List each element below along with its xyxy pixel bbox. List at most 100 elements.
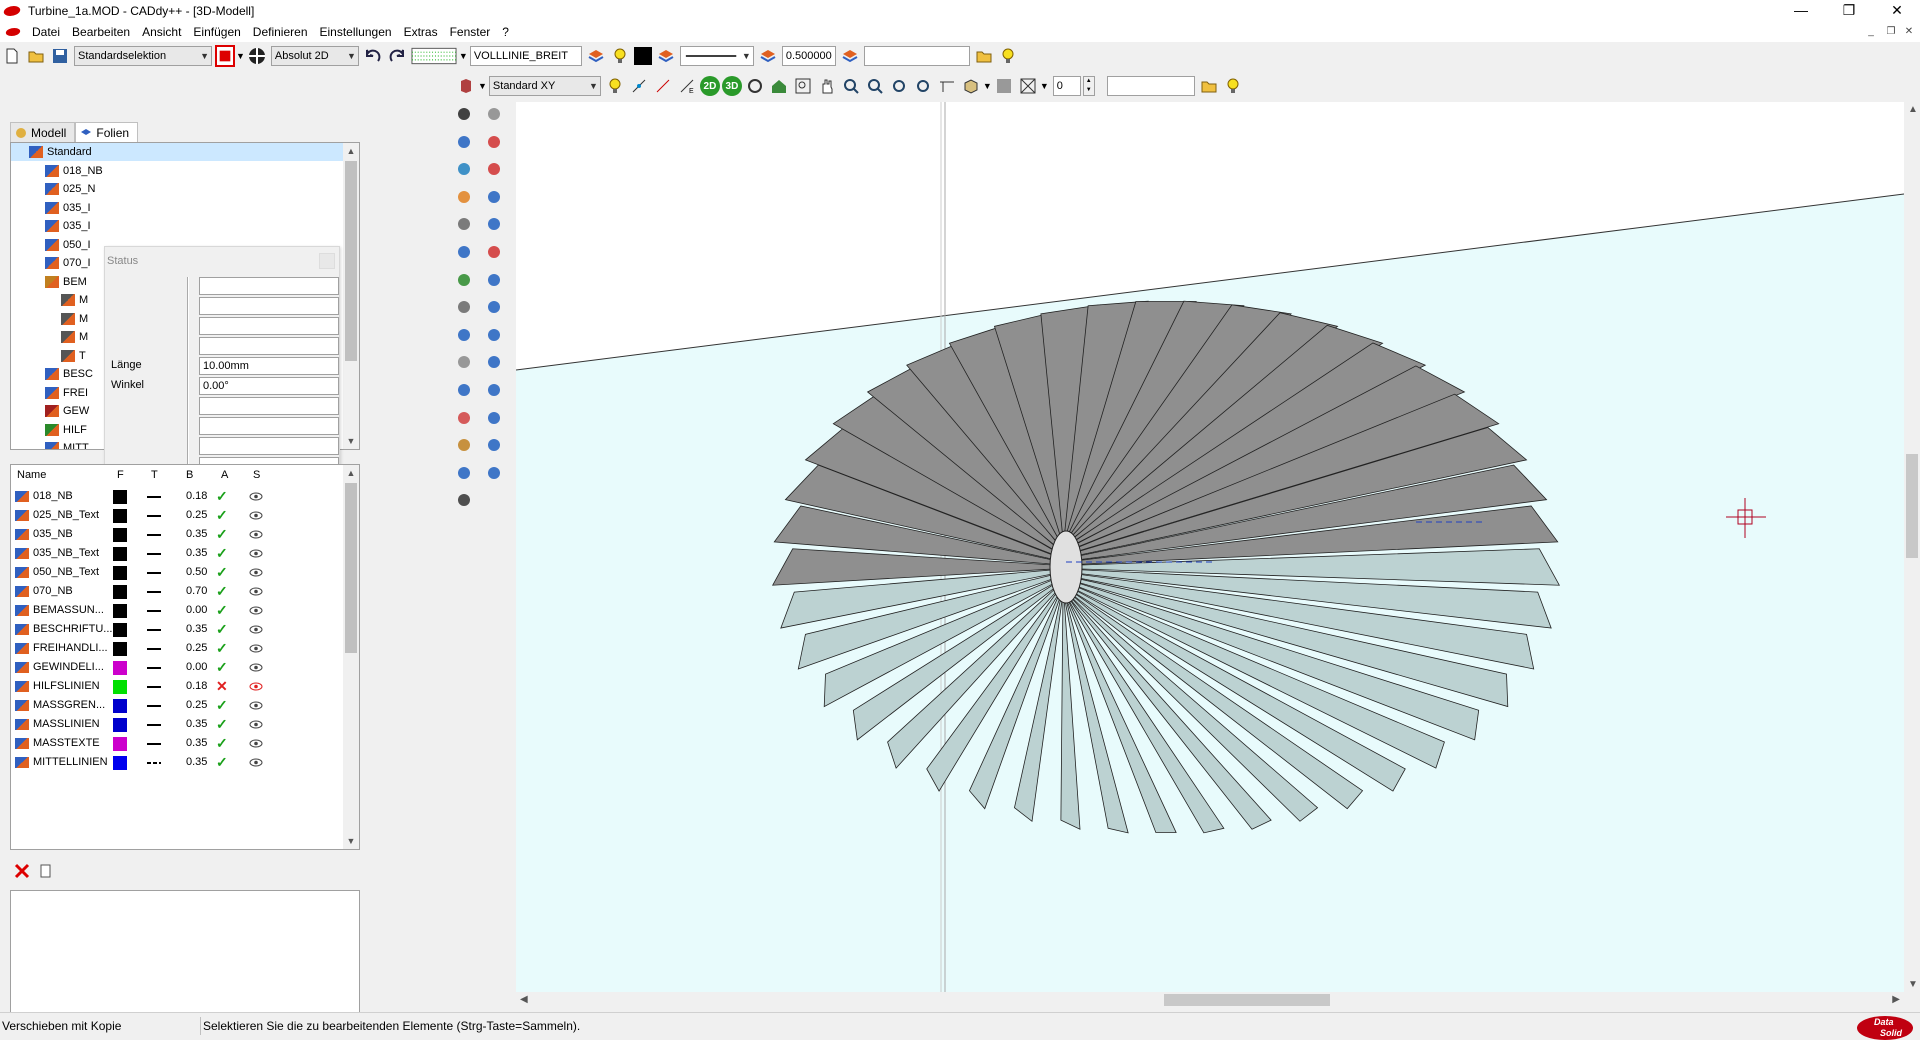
tree-scrollbar[interactable]: ▲ ▼ [343, 143, 359, 449]
cross-icon[interactable]: ✕ [216, 677, 228, 696]
scroll-left-icon[interactable]: ◀ [520, 994, 528, 1005]
rotate-view-button[interactable] [744, 75, 766, 97]
mdi-restore-button[interactable]: ❐ [1882, 24, 1900, 40]
new-file-button[interactable] [1, 45, 23, 67]
scroll-thumb[interactable] [345, 161, 357, 361]
eye-icon[interactable] [249, 625, 263, 634]
selection-filter-button[interactable] [215, 45, 235, 67]
minimize-button[interactable]: — [1778, 0, 1824, 22]
view-select[interactable]: Standard XY ▼ [488, 76, 601, 96]
line-width-field[interactable]: 0.500000 [781, 46, 836, 66]
menu-extras[interactable]: Extras [398, 22, 444, 42]
check-icon[interactable]: ✓ [216, 506, 228, 525]
check-icon[interactable]: ✓ [216, 753, 228, 772]
move-up2-button[interactable] [482, 433, 506, 457]
check-icon[interactable]: ✓ [216, 544, 228, 563]
check-icon[interactable]: ✓ [216, 639, 228, 658]
pin-red-button[interactable] [482, 130, 506, 154]
grid-toggle-button[interactable] [410, 45, 458, 67]
status-field-3[interactable] [199, 317, 339, 335]
layer-width[interactable]: 0.70 [186, 582, 207, 601]
layer-linetype[interactable] [147, 686, 161, 688]
tab-modell[interactable]: Modell [10, 122, 76, 142]
col-s[interactable]: S [253, 469, 260, 481]
layer-width[interactable]: 0.25 [186, 696, 207, 715]
layer-row[interactable]: MITTELLINIEN 0.35 ✓ [11, 753, 345, 772]
hatch-button[interactable] [452, 350, 476, 374]
snap-button[interactable] [628, 75, 650, 97]
layer-linetype[interactable] [147, 572, 161, 574]
check-icon[interactable]: ✓ [216, 582, 228, 601]
linestyle-select[interactable]: ▼ [679, 46, 754, 66]
eye-icon[interactable] [249, 568, 263, 577]
laenge-field[interactable]: 10.00mm [199, 357, 339, 375]
layer-linetype-button[interactable] [655, 45, 677, 67]
toolbar1-empty-field[interactable] [863, 46, 970, 66]
zoom-window-button[interactable] [792, 75, 814, 97]
lightbulb-button[interactable] [609, 45, 631, 67]
dot-grid-button[interactable] [482, 295, 506, 319]
eye-icon[interactable] [249, 492, 263, 501]
eye-icon[interactable] [249, 701, 263, 710]
close-button[interactable]: ✕ [1874, 0, 1920, 22]
layer-width[interactable]: 0.50 [186, 563, 207, 582]
layer-width[interactable]: 0.00 [186, 601, 207, 620]
zoom-all-button[interactable] [888, 75, 910, 97]
measure-button[interactable]: E [676, 75, 698, 97]
layer-color-swatch[interactable] [113, 680, 127, 694]
viewport-horizontal-scrollbar[interactable]: ◀ ▶ [516, 992, 1904, 1008]
move-mult-button[interactable] [482, 212, 506, 236]
linetype-field[interactable]: VOLLLINIE_BREIT [469, 46, 582, 66]
menu-bearbeiten[interactable]: Bearbeiten [66, 22, 136, 42]
layer-color-swatch[interactable] [113, 547, 127, 561]
spin-field[interactable]: 0 [1052, 76, 1081, 96]
coord-mode-icon-button[interactable] [246, 45, 268, 67]
layer-width[interactable]: 0.35 [186, 620, 207, 639]
layer-width[interactable]: 0.18 [186, 487, 207, 506]
tree-item[interactable]: 018_NB [11, 162, 103, 180]
tree-item[interactable]: M [11, 328, 88, 346]
layer-linetype[interactable] [147, 762, 161, 764]
eye-icon[interactable] [249, 511, 263, 520]
delete-layer-button[interactable] [11, 860, 33, 882]
layer-properties-button[interactable] [35, 860, 57, 882]
axis-button[interactable] [452, 433, 476, 457]
eye-icon[interactable] [249, 720, 263, 729]
scroll-up-icon[interactable]: ▲ [343, 143, 359, 159]
tree-item[interactable]: 070_I [11, 254, 91, 272]
tree-item[interactable]: 025_N [11, 180, 95, 198]
layer-color-swatch[interactable] [113, 642, 127, 656]
layer-row[interactable]: FREIHANDLI... 0.25 ✓ [11, 639, 345, 658]
rotate-ccw-button[interactable] [482, 350, 506, 374]
eye-icon[interactable] [249, 663, 263, 672]
layer-width-2-button[interactable] [839, 45, 861, 67]
dimension-button[interactable] [452, 295, 476, 319]
layer-linetype[interactable] [147, 515, 161, 517]
mirror-button[interactable] [452, 461, 476, 485]
layer-width-button[interactable] [757, 45, 779, 67]
eye-icon[interactable] [249, 530, 263, 539]
3d-view-button[interactable]: 3D [721, 76, 742, 96]
zoom-out-button[interactable] [864, 75, 886, 97]
scroll-right-icon[interactable]: ▶ [1892, 994, 1900, 1005]
scroll-down-icon[interactable]: ▼ [343, 833, 359, 849]
layer-color-swatch[interactable] [113, 604, 127, 618]
check-icon[interactable]: ✓ [216, 487, 228, 506]
hint-lightbulb-2-button[interactable] [1222, 75, 1244, 97]
layer-width[interactable]: 0.35 [186, 753, 207, 772]
viewport-vertical-scrollbar[interactable]: ▲ ▼ [1904, 102, 1920, 992]
select-thin-button[interactable] [482, 102, 506, 126]
layer-color-swatch[interactable] [113, 737, 127, 751]
status-field-9[interactable] [199, 437, 339, 455]
rotate-cw-button[interactable] [482, 323, 506, 347]
circle-target-button[interactable] [452, 488, 476, 512]
layer-color-swatch[interactable] [113, 528, 127, 542]
layer-row[interactable]: GEWINDELI... 0.00 ✓ [11, 658, 345, 677]
status-field-2[interactable] [199, 297, 339, 315]
zoom-in-button[interactable] [840, 75, 862, 97]
col-f[interactable]: F [117, 469, 124, 481]
layer-row[interactable]: MASSTEXTE 0.35 ✓ [11, 734, 345, 753]
check-icon[interactable]: ✓ [216, 734, 228, 753]
dots-spread-button[interactable] [482, 378, 506, 402]
tree-item[interactable]: 035_I [11, 199, 91, 217]
